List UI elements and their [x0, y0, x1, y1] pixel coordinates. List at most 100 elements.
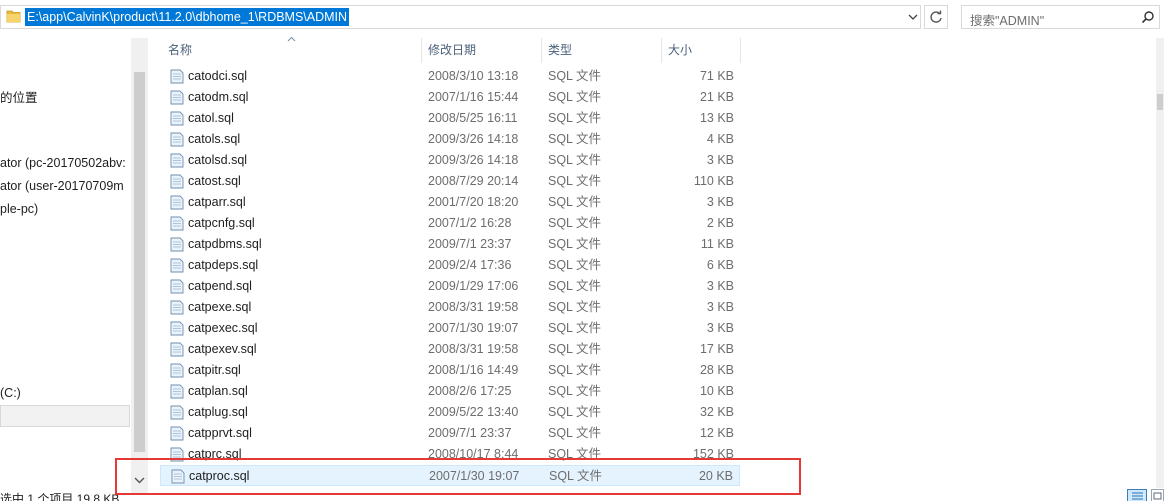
file-row[interactable]: catolsd.sql 2009/3/26 14:18 SQL 文件 3 KB [160, 150, 740, 171]
file-row[interactable]: catpcnfg.sql 2007/1/2 16:28 SQL 文件 2 KB [160, 213, 740, 234]
file-row[interactable]: catpprvt.sql 2009/7/1 23:37 SQL 文件 12 KB [160, 423, 740, 444]
nav-scrollbar[interactable] [131, 38, 148, 493]
file-row[interactable]: catpexev.sql 2008/3/31 19:58 SQL 文件 17 KB [160, 339, 740, 360]
file-row[interactable]: catols.sql 2009/3/26 14:18 SQL 文件 4 KB [160, 129, 740, 150]
file-size: 4 KB [706, 132, 734, 146]
nav-item-selected[interactable] [0, 405, 130, 427]
nav-item-places[interactable]: 的位置 [0, 87, 38, 106]
file-type: SQL 文件 [548, 426, 602, 440]
file-type: SQL 文件 [548, 153, 602, 167]
chevron-down-icon[interactable] [906, 9, 920, 25]
details-view-button[interactable] [1127, 489, 1147, 501]
file-row[interactable]: catpend.sql 2009/1/29 17:06 SQL 文件 3 KB [160, 276, 740, 297]
file-row[interactable]: catpdbms.sql 2009/7/1 23:37 SQL 文件 11 KB [160, 234, 740, 255]
file-row[interactable]: catodci.sql 2008/3/10 13:18 SQL 文件 71 KB [160, 66, 740, 87]
nav-scrollbar-thumb[interactable] [134, 72, 145, 452]
file-row[interactable]: catplan.sql 2008/2/6 17:25 SQL 文件 10 KB [160, 381, 740, 402]
column-divider[interactable] [541, 38, 542, 63]
file-modified-date: 2001/7/20 18:20 [428, 195, 519, 209]
file-row[interactable]: catparr.sql 2001/7/20 18:20 SQL 文件 3 KB [160, 192, 740, 213]
file-name[interactable]: catpdeps.sql [188, 255, 258, 276]
file-name[interactable]: catplug.sql [188, 402, 248, 423]
sql-file-icon [170, 111, 184, 126]
file-modified-date: 2008/3/31 19:58 [428, 300, 519, 314]
file-modified-date: 2007/1/2 16:28 [428, 216, 512, 230]
nav-item-network-pc3[interactable]: ple-pc) [0, 202, 38, 216]
sql-file-icon [170, 300, 184, 315]
file-row[interactable]: catpexec.sql 2007/1/30 19:07 SQL 文件 3 KB [160, 318, 740, 339]
column-divider[interactable] [740, 38, 741, 63]
file-size: 12 KB [699, 426, 734, 440]
file-size: 71 KB [699, 69, 734, 83]
file-row[interactable]: catol.sql 2008/5/25 16:11 SQL 文件 13 KB [160, 108, 740, 129]
file-name[interactable]: catpend.sql [188, 276, 252, 297]
file-row[interactable]: catpexe.sql 2008/3/31 19:58 SQL 文件 3 KB [160, 297, 740, 318]
search-placeholder: 搜索"ADMIN" [970, 14, 1045, 28]
sql-file-icon [170, 363, 184, 378]
file-type: SQL 文件 [548, 132, 602, 146]
sql-file-icon [170, 279, 184, 294]
file-modified-date: 2009/5/22 13:40 [428, 405, 519, 419]
file-row[interactable]: catodm.sql 2007/1/16 15:44 SQL 文件 21 KB [160, 87, 740, 108]
file-type: SQL 文件 [548, 195, 602, 209]
file-list-scrollbar[interactable] [1156, 38, 1164, 488]
file-type: SQL 文件 [548, 69, 602, 83]
file-list[interactable]: catodci.sql 2008/3/10 13:18 SQL 文件 71 KB cat… [160, 66, 740, 486]
file-modified-date: 2009/3/26 14:18 [428, 132, 519, 146]
file-type: SQL 文件 [548, 321, 602, 335]
file-name[interactable]: catpdbms.sql [188, 234, 262, 255]
nav-item-drive-c[interactable]: (C:) [0, 386, 21, 400]
annotation-highlight-box [115, 458, 801, 495]
file-type: SQL 文件 [548, 384, 602, 398]
file-name[interactable]: catpexev.sql [188, 339, 257, 360]
refresh-button[interactable] [924, 5, 948, 29]
column-header-date[interactable]: 修改日期 [428, 38, 538, 63]
details-view-icon [1132, 492, 1143, 500]
file-name[interactable]: catodci.sql [188, 66, 247, 87]
file-name[interactable]: catpprvt.sql [188, 423, 252, 444]
file-row[interactable]: catost.sql 2008/7/29 20:14 SQL 文件 110 KB [160, 171, 740, 192]
file-modified-date: 2008/2/6 17:25 [428, 384, 512, 398]
file-name[interactable]: catols.sql [188, 129, 240, 150]
sql-file-icon [170, 384, 184, 399]
file-list-scrollbar-thumb[interactable] [1157, 94, 1163, 110]
column-divider[interactable] [661, 38, 662, 63]
file-name[interactable]: catparr.sql [188, 192, 246, 213]
search-input[interactable]: 搜索"ADMIN" [961, 5, 1160, 29]
nav-item-network-pc1[interactable]: ator (pc-20170502abv: [0, 156, 126, 170]
file-name[interactable]: catpexe.sql [188, 297, 251, 318]
file-row[interactable]: catpdeps.sql 2009/2/4 17:36 SQL 文件 6 KB [160, 255, 740, 276]
file-size: 3 KB [706, 279, 734, 293]
sql-file-icon [170, 237, 184, 252]
address-bar[interactable]: E:\app\CalvinK\product\11.2.0\dbhome_1\R… [0, 5, 921, 29]
file-name[interactable]: catolsd.sql [188, 150, 247, 171]
file-modified-date: 2009/7/1 23:37 [428, 237, 512, 251]
column-divider[interactable] [421, 38, 422, 63]
file-modified-date: 2009/1/29 17:06 [428, 279, 519, 293]
search-icon[interactable] [1141, 10, 1155, 24]
file-name[interactable]: catpcnfg.sql [188, 213, 255, 234]
column-header-size[interactable]: 大小 [668, 38, 738, 63]
large-icons-view-button[interactable] [1151, 489, 1164, 501]
file-name[interactable]: catol.sql [188, 108, 234, 129]
file-name[interactable]: catost.sql [188, 171, 241, 192]
file-name[interactable]: catpexec.sql [188, 318, 257, 339]
column-header-type[interactable]: 类型 [548, 38, 658, 63]
nav-item-network-pc2[interactable]: ator (user-20170709m [0, 179, 124, 193]
navigation-pane[interactable]: 的位置 ator (pc-20170502abv: ator (user-201… [0, 38, 148, 501]
file-row[interactable]: catpitr.sql 2008/1/16 14:49 SQL 文件 28 KB [160, 360, 740, 381]
sql-file-icon [170, 405, 184, 420]
sql-file-icon [170, 321, 184, 336]
file-row[interactable]: catplug.sql 2009/5/22 13:40 SQL 文件 32 KB [160, 402, 740, 423]
file-modified-date: 2008/5/25 16:11 [428, 111, 518, 125]
file-name[interactable]: catplan.sql [188, 381, 248, 402]
file-modified-date: 2008/3/10 13:18 [428, 69, 519, 83]
address-path[interactable]: E:\app\CalvinK\product\11.2.0\dbhome_1\R… [25, 8, 350, 26]
file-type: SQL 文件 [548, 258, 602, 272]
column-header-name[interactable]: 名称 [168, 38, 418, 63]
file-name[interactable]: catodm.sql [188, 87, 248, 108]
sql-file-icon [170, 90, 184, 105]
file-type: SQL 文件 [548, 405, 602, 419]
file-size: 13 KB [699, 111, 734, 125]
file-name[interactable]: catpitr.sql [188, 360, 241, 381]
